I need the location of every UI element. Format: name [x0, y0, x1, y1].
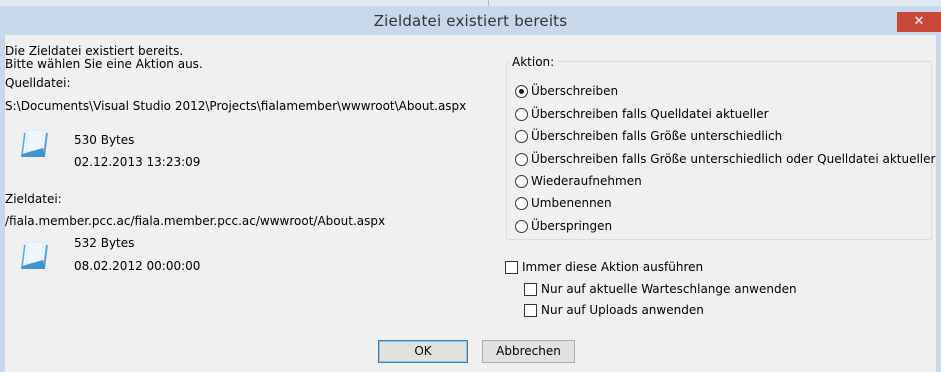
radio-button[interactable] — [515, 152, 528, 166]
radio-skip[interactable]: Überspringen — [515, 219, 612, 233]
dialog-titlebar[interactable]: Zieldatei existiert bereits ✕ — [0, 6, 941, 35]
checkbox-label: Nur auf aktuelle Warteschlange anwenden — [541, 282, 797, 296]
ok-button[interactable]: OK — [378, 340, 468, 363]
radio-button-checked[interactable] — [515, 84, 528, 98]
radio-overwrite-if-newer[interactable]: Überschreiben falls Quelldatei aktueller — [515, 107, 769, 121]
checkbox-always-apply[interactable]: Immer diese Aktion ausführen — [505, 260, 703, 274]
close-button[interactable]: ✕ — [897, 12, 941, 32]
checkbox-current-queue-only[interactable]: Nur auf aktuelle Warteschlange anwenden — [524, 282, 797, 296]
source-label: Quelldatei: — [5, 76, 71, 90]
target-label: Zieldatei: — [5, 192, 62, 206]
radio-overwrite-if-size-differs[interactable]: Überschreiben falls Größe unterschiedlic… — [515, 129, 782, 143]
radio-label: Überschreiben — [531, 84, 619, 98]
checkbox-label: Immer diese Aktion ausführen — [522, 260, 704, 274]
radio-button[interactable] — [515, 174, 528, 188]
radio-rename[interactable]: Umbenennen — [515, 196, 612, 210]
checkbox-label: Nur auf Uploads anwenden — [541, 303, 704, 317]
close-icon: ✕ — [913, 14, 925, 29]
checkbox[interactable] — [505, 260, 518, 274]
source-path: S:\Documents\Visual Studio 2012\Projects… — [5, 99, 467, 113]
source-size: 530 Bytes — [74, 133, 135, 147]
target-date: 08.02.2012 00:00:00 — [74, 259, 201, 273]
radio-button[interactable] — [515, 196, 528, 210]
checkbox[interactable] — [524, 282, 537, 296]
radio-label: Wiederaufnehmen — [531, 174, 642, 188]
radio-resume[interactable]: Wiederaufnehmen — [515, 174, 642, 188]
source-file-icon — [21, 129, 48, 157]
radio-label: Überschreiben falls Größe unterschiedlic… — [531, 152, 936, 166]
radio-label: Überschreiben falls Quelldatei aktueller — [531, 107, 769, 121]
target-file-icon — [21, 241, 48, 269]
radio-label: Umbenennen — [531, 196, 612, 210]
checkbox-uploads-only[interactable]: Nur auf Uploads anwenden — [524, 303, 704, 317]
action-group-label: Aktion: — [509, 55, 558, 69]
radio-button[interactable] — [515, 219, 528, 233]
radio-label: Überschreiben falls Größe unterschiedlic… — [531, 129, 783, 143]
radio-overwrite-if-size-differs-or-newer[interactable]: Überschreiben falls Größe unterschiedlic… — [515, 152, 935, 166]
dialog-frame-right — [936, 35, 941, 372]
info-line-1: Die Zieldatei existiert bereits. — [5, 44, 184, 58]
radio-button[interactable] — [515, 129, 528, 143]
cancel-button[interactable]: Abbrechen — [482, 340, 575, 363]
dialog-title: Zieldatei existiert bereits — [373, 12, 568, 30]
radio-button[interactable] — [515, 107, 528, 121]
info-line-2: Bitte wählen Sie eine Aktion aus. — [5, 57, 203, 71]
radio-label: Überspringen — [531, 219, 613, 233]
radio-overwrite[interactable]: Überschreiben — [515, 84, 618, 98]
source-date: 02.12.2013 13:23:09 — [74, 155, 201, 169]
target-path: /fiala.member.pcc.ac/fiala.member.pcc.ac… — [5, 214, 386, 228]
checkbox[interactable] — [524, 303, 537, 317]
target-size: 532 Bytes — [74, 236, 135, 250]
